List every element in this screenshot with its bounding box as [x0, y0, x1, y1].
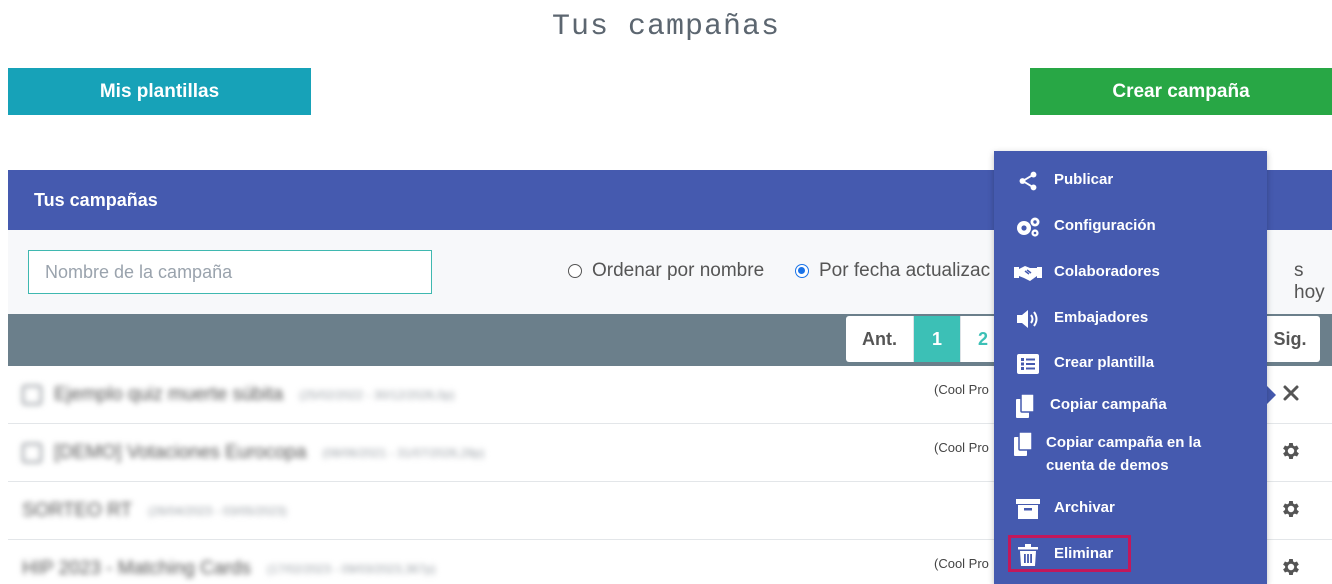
calendar-icon [22, 385, 42, 405]
megaphone-icon [1014, 306, 1042, 332]
menu-item-publish[interactable]: Publicar [1014, 168, 1113, 194]
sort-by-date-option[interactable]: Por fecha actualizac [795, 260, 990, 282]
menu-item-label: Crear plantilla [1054, 354, 1155, 371]
campaign-dates: (26/04/2023 - 03/05/2023) [148, 504, 287, 518]
campaign-owner: (Cool Pro [934, 556, 989, 571]
copy-icon [1014, 431, 1034, 457]
handshake-icon [1014, 260, 1042, 286]
archive-icon [1014, 496, 1042, 522]
campaign-owner: (Cool Pro [934, 440, 989, 455]
menu-item-label: Configuración [1054, 217, 1156, 234]
sort-by-name-label: Ordenar por nombre [592, 260, 765, 281]
pagination: Ant. 1 2 [846, 316, 1006, 362]
campaign-name[interactable]: HIP 2023 - Matching Cards [22, 558, 251, 580]
filter-option-partial-label: s hoy [1294, 260, 1325, 303]
sort-by-date-label: Por fecha actualizac [819, 260, 991, 281]
share-icon [1014, 168, 1042, 194]
menu-item-label: Colaboradores [1054, 263, 1160, 280]
copy-icon [1014, 393, 1038, 419]
create-campaign-button[interactable]: Crear campaña [1030, 68, 1332, 115]
campaign-name[interactable]: Ejemplo quiz muerte súbita [54, 384, 283, 406]
gear-icon[interactable] [1278, 496, 1304, 522]
menu-item-settings[interactable]: Configuración [1014, 214, 1156, 240]
campaign-owner: (Cool Pro [934, 382, 989, 397]
gears-icon [1014, 214, 1042, 240]
my-templates-button[interactable]: Mis plantillas [8, 68, 311, 115]
campaign-dates: (17/02/2023 - 09/03/2023,367p) [266, 562, 436, 576]
menu-item-label: Publicar [1054, 171, 1114, 188]
menu-caret [1267, 386, 1276, 404]
gear-icon[interactable] [1278, 554, 1304, 580]
sort-by-date-radio[interactable] [795, 264, 809, 278]
panel-title: Tus campañas [34, 189, 158, 210]
pagination-prev-button[interactable]: Ant. [846, 316, 914, 362]
campaign-dates: (08/06/2021 - 31/07/2026,28p) [322, 446, 485, 460]
menu-item-delete[interactable]: Eliminar [1014, 542, 1113, 568]
sort-by-name-radio[interactable] [568, 264, 582, 278]
menu-item-label: Archivar [1054, 499, 1115, 516]
menu-item-label: Embajadores [1054, 309, 1149, 326]
pagination-page-1[interactable]: 1 [914, 316, 961, 362]
calendar-icon [22, 443, 42, 463]
close-icon[interactable] [1278, 380, 1304, 406]
menu-item-label: Copiar campaña [1050, 396, 1167, 413]
gear-icon[interactable] [1278, 438, 1304, 464]
pagination-next-button[interactable]: Sig. [1260, 316, 1320, 362]
menu-item-ambassadors[interactable]: Embajadores [1014, 306, 1148, 332]
page-title: Tus campañas [551, 10, 781, 44]
trash-icon [1014, 542, 1042, 568]
menu-item-label: Eliminar [1054, 545, 1114, 562]
list-icon [1014, 351, 1042, 377]
campaign-name[interactable]: SORTEO RT [22, 500, 132, 522]
menu-item-archive[interactable]: Archivar [1014, 496, 1115, 522]
menu-item-create-template[interactable]: Crear plantilla [1014, 351, 1154, 377]
menu-item-collaborators[interactable]: Colaboradores [1014, 260, 1160, 286]
menu-item-label: Copiar campaña en la cuenta de demos [1046, 434, 1202, 474]
campaign-name-search-input[interactable] [28, 250, 432, 294]
menu-item-copy-campaign[interactable]: Copiar campaña [1014, 393, 1167, 419]
campaign-name[interactable]: [DEMO] Votaciones Eurocopa [54, 442, 306, 464]
campaign-actions-menu: Publicar Configuración Colaboradores Emb… [994, 151, 1267, 584]
campaign-dates: (25/02/2022 - 30/12/2026,0p) [299, 388, 455, 402]
menu-item-copy-to-demo-account[interactable]: Copiar campaña en la cuenta de demos [1014, 431, 1214, 477]
sort-by-name-option[interactable]: Ordenar por nombre [568, 260, 764, 282]
